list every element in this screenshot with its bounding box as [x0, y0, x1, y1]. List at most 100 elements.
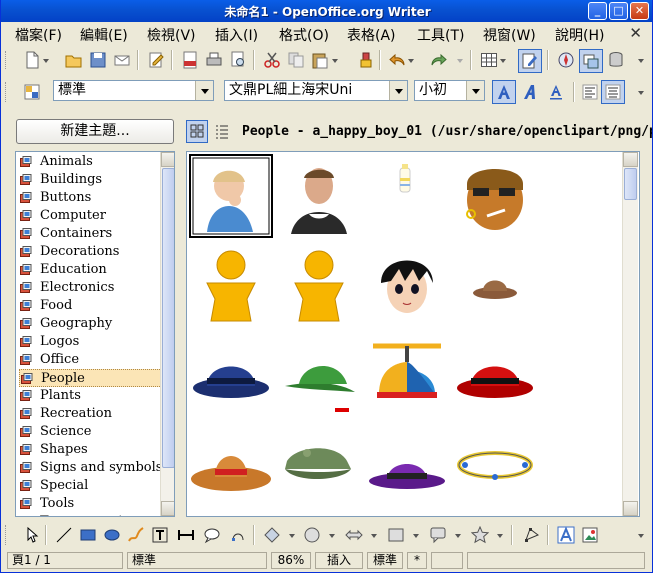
gallery-button[interactable] [579, 49, 603, 73]
gallery-item-blue-fedora[interactable] [189, 332, 273, 416]
flowcharts-dropdown-icon[interactable] [413, 534, 419, 538]
data-sources-icon[interactable] [607, 51, 625, 69]
callout-icon[interactable] [203, 526, 221, 544]
gallery-item-man-smoking-cap[interactable] [453, 154, 537, 238]
edit-points-icon[interactable] [523, 526, 541, 544]
scroll-down-button[interactable] [161, 501, 174, 516]
italic-icon[interactable] [521, 83, 539, 101]
stars-icon[interactable] [471, 526, 489, 544]
gallery-item-baby-bottle[interactable] [365, 154, 449, 238]
gallery-item-sombrero[interactable] [189, 421, 273, 505]
theme-item[interactable]: Electronics [19, 279, 162, 297]
align-center-button[interactable] [601, 80, 625, 104]
selection-mode-indicator[interactable]: 標準 [367, 552, 403, 569]
title-bar[interactable]: 未命名1 - OpenOffice.org Writer _ □ ✕ [1, 0, 652, 22]
text-animation-icon[interactable] [177, 526, 195, 544]
symbol-shapes-dropdown-icon[interactable] [329, 534, 335, 538]
gallery-item-purple-hat[interactable] [365, 421, 449, 505]
close-document-icon[interactable]: ✕ [629, 24, 642, 42]
menu-insert[interactable]: 插入(I) [215, 25, 258, 45]
block-arrows-icon[interactable] [345, 526, 363, 544]
gallery-item-person-icon-yellow[interactable] [189, 243, 273, 327]
stars-dropdown-icon[interactable] [497, 534, 503, 538]
theme-item[interactable]: Signs and symbols [19, 459, 162, 477]
theme-item[interactable]: Office [19, 351, 162, 369]
menu-help[interactable]: 說明(H) [555, 25, 604, 45]
theme-item[interactable]: Plants [19, 387, 162, 405]
theme-item[interactable]: Education [19, 261, 162, 279]
chevron-down-icon[interactable] [195, 81, 213, 100]
redo-dropdown-icon[interactable] [457, 59, 463, 63]
gallery-item-propeller-beanie[interactable] [365, 332, 449, 416]
gallery-scrollbar[interactable] [622, 152, 638, 516]
rectangle-icon[interactable] [79, 526, 97, 544]
theme-item[interactable]: Containers [19, 225, 162, 243]
export-pdf-icon[interactable] [181, 51, 199, 69]
theme-item[interactable]: Tools [19, 495, 162, 513]
basic-shapes-icon[interactable] [263, 526, 281, 544]
scroll-thumb[interactable] [162, 168, 174, 468]
navigator-icon[interactable] [557, 51, 575, 69]
select-arrow-icon[interactable] [23, 526, 41, 544]
gallery-item-a-happy-boy-01[interactable] [189, 154, 273, 238]
toolbar-grip[interactable] [5, 82, 9, 102]
theme-item[interactable]: Recreation [19, 405, 162, 423]
scroll-thumb[interactable] [624, 168, 637, 200]
scroll-up-button[interactable] [623, 152, 638, 167]
undo-icon[interactable] [389, 51, 407, 69]
zoom-indicator[interactable]: 86% [271, 552, 311, 569]
print-icon[interactable] [205, 51, 223, 69]
theme-item[interactable]: Geography [19, 315, 162, 333]
menu-table[interactable]: 表格(A) [347, 25, 396, 45]
toolbar-overflow-icon[interactable] [638, 59, 644, 63]
cut-icon[interactable] [263, 51, 281, 69]
theme-item[interactable]: Buildings [19, 171, 162, 189]
chevron-down-icon[interactable] [466, 81, 484, 100]
theme-list-scrollbar[interactable] [160, 152, 174, 516]
gallery-item-boy-photo[interactable] [277, 154, 361, 238]
maximize-button[interactable]: □ [609, 2, 628, 20]
gallery-item-cowboy-hat-brown[interactable] [453, 243, 537, 327]
basic-shapes-dropdown-icon[interactable] [289, 534, 295, 538]
points-icon[interactable] [229, 526, 247, 544]
paragraph-style-select[interactable]: 標準 [53, 80, 214, 101]
show-draw-functions-button[interactable] [518, 49, 542, 73]
redo-icon[interactable] [429, 51, 447, 69]
chevron-down-icon[interactable] [389, 81, 407, 100]
gallery-item-tiara[interactable] [453, 421, 537, 505]
freeform-icon[interactable] [127, 526, 145, 544]
open-folder-icon[interactable] [65, 51, 83, 69]
block-arrows-dropdown-icon[interactable] [371, 534, 377, 538]
toolbar-overflow-icon[interactable] [638, 534, 644, 538]
theme-item[interactable]: Food [19, 297, 162, 315]
callouts-icon[interactable] [429, 526, 447, 544]
theme-item[interactable]: Special [19, 477, 162, 495]
font-name-select[interactable]: 文鼎PL細上海宋Uni [224, 80, 408, 101]
callouts-dropdown-icon[interactable] [455, 534, 461, 538]
paste-dropdown-icon[interactable] [332, 59, 338, 63]
toolbar-grip[interactable] [5, 525, 9, 545]
theme-item[interactable]: Science [19, 423, 162, 441]
copy-icon[interactable] [287, 51, 305, 69]
gallery-item-army-cap[interactable] [277, 421, 361, 505]
new-document-icon[interactable] [23, 51, 41, 69]
toolbar-overflow-icon[interactable] [638, 91, 644, 95]
table-icon[interactable] [480, 51, 498, 69]
table-dropdown-icon[interactable] [500, 59, 506, 63]
icon-view-button[interactable] [186, 120, 208, 143]
theme-item[interactable]: People [19, 369, 162, 387]
font-size-select[interactable]: 小初 [414, 80, 485, 101]
theme-item[interactable]: Computer [19, 207, 162, 225]
flowcharts-icon[interactable] [387, 526, 405, 544]
symbol-shapes-icon[interactable] [303, 526, 321, 544]
save-icon[interactable] [89, 51, 107, 69]
align-left-icon[interactable] [581, 83, 599, 101]
page-indicator[interactable]: 頁1 / 1 [7, 552, 123, 569]
insert-mode-indicator[interactable]: 插入 [315, 552, 363, 569]
menu-format[interactable]: 格式(O) [279, 25, 329, 45]
email-icon[interactable] [113, 51, 131, 69]
page-preview-icon[interactable] [229, 51, 247, 69]
gallery-item-anime-boy[interactable] [365, 243, 449, 327]
theme-item[interactable]: Decorations [19, 243, 162, 261]
undo-dropdown-icon[interactable] [408, 59, 414, 63]
